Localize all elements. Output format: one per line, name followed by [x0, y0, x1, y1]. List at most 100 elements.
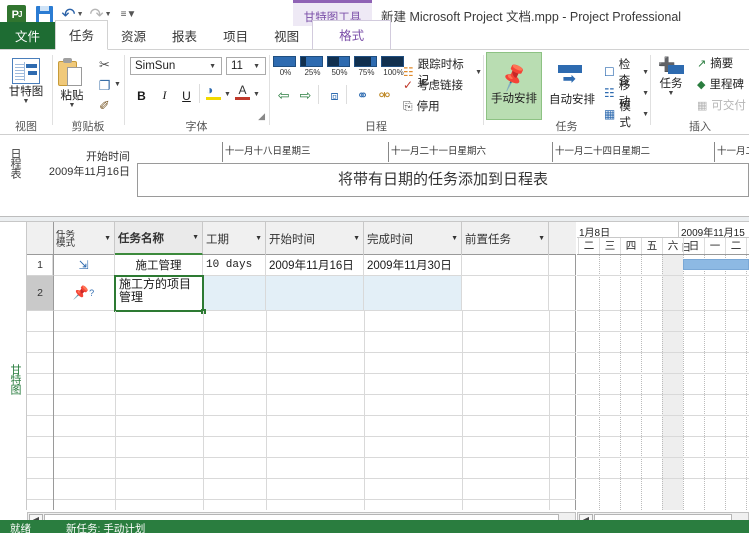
cell-finish[interactable]: 2009年11月30日: [364, 255, 462, 275]
column-header-predecessors[interactable]: 前置任务 ▼: [462, 222, 549, 255]
tab-report[interactable]: 报表: [159, 22, 210, 50]
percent-0-button[interactable]: 0%: [273, 56, 298, 77]
tab-file[interactable]: 文件: [0, 22, 55, 50]
table-row[interactable]: [27, 479, 576, 500]
outdent-task-icon[interactable]: ⇦: [273, 86, 294, 105]
split-task-icon[interactable]: ⧈: [324, 86, 345, 105]
cell-task-name[interactable]: 施工管理: [115, 255, 203, 275]
table-row[interactable]: [27, 374, 576, 395]
chevron-down-icon[interactable]: ▼: [535, 235, 545, 242]
table-row[interactable]: 📌 ? 施工方的项目管理: [27, 276, 576, 311]
chevron-down-icon[interactable]: ▼: [206, 63, 219, 70]
gantt-chart-dropdown-icon[interactable]: ▼: [23, 99, 30, 104]
auto-schedule-button[interactable]: ➡ 自动安排: [544, 52, 600, 120]
cell-task-mode[interactable]: ⇲: [53, 255, 115, 275]
row-header-2[interactable]: 2: [27, 276, 54, 311]
tab-task[interactable]: 任务: [55, 20, 108, 50]
copy-dropdown-icon[interactable]: ▼: [114, 81, 121, 88]
cell-start[interactable]: 2009年11月16日: [266, 255, 364, 275]
gantt-gridline: [620, 255, 621, 510]
tab-resource[interactable]: 资源: [108, 22, 159, 50]
cell-add-new[interactable]: [549, 255, 576, 275]
insert-task-button[interactable]: ➕ 任务 ▼: [658, 54, 684, 96]
chevron-down-icon[interactable]: ▼: [448, 235, 458, 242]
paste-button[interactable]: 粘贴 ▼: [57, 54, 87, 108]
select-all-corner[interactable]: [27, 222, 54, 255]
table-row[interactable]: [27, 311, 576, 332]
cell-task-mode[interactable]: 📌 ?: [53, 276, 115, 310]
chevron-down-icon[interactable]: ▼: [252, 235, 262, 242]
tab-project[interactable]: 项目: [210, 22, 261, 50]
summary-task-button[interactable]: ↗ 摘要: [697, 55, 733, 71]
cell-finish[interactable]: [364, 276, 462, 310]
font-family-combo[interactable]: SimSun ▼: [130, 57, 222, 75]
chevron-down-icon[interactable]: ▼: [189, 234, 199, 241]
chevron-down-icon[interactable]: ▼: [642, 111, 649, 118]
inactivate-button[interactable]: ⎘ 停用: [403, 98, 440, 114]
link-tasks-icon[interactable]: ⚭: [352, 86, 373, 105]
table-row[interactable]: [27, 416, 576, 437]
copy-icon[interactable]: ❐: [94, 76, 115, 95]
gantt-chart-button[interactable]: 甘特图 ▼: [0, 54, 52, 104]
row-header-1[interactable]: 1: [27, 255, 54, 276]
column-header-task-name[interactable]: 任务名称 ▼: [115, 222, 203, 255]
column-header-duration[interactable]: 工期 ▼: [203, 222, 266, 255]
column-header-start-label: 开始时间: [269, 231, 350, 247]
percent-75-button[interactable]: 75%: [354, 56, 379, 77]
deliverable-button[interactable]: ▦ 可交付: [697, 97, 746, 113]
column-header-task-mode[interactable]: 任务模式 ▼: [53, 222, 115, 255]
manually-schedule-button[interactable]: 📌 手动安排: [486, 52, 542, 120]
chevron-down-icon[interactable]: ▼: [475, 69, 482, 76]
timeline-band[interactable]: 将带有日期的任务添加到日程表: [137, 163, 749, 197]
consider-links-icon: ✓: [403, 78, 413, 92]
milestone-button[interactable]: ◆ 里程碑: [697, 76, 744, 92]
font-dialog-launcher-icon[interactable]: ◢: [258, 111, 265, 122]
percent-25-button[interactable]: 25%: [300, 56, 325, 77]
table-row[interactable]: [27, 353, 576, 374]
consider-links-button[interactable]: ✓ 考虑链接: [403, 77, 463, 93]
bold-button[interactable]: B: [132, 86, 151, 105]
font-color-dropdown-icon[interactable]: ▼: [253, 91, 260, 98]
tab-format[interactable]: 格式: [312, 20, 391, 50]
table-row[interactable]: ⇲ 施工管理 10 days 2009年11月16日 2009年11月30日: [27, 255, 576, 276]
chevron-down-icon[interactable]: ▼: [642, 90, 649, 97]
row-header-empty[interactable]: [27, 311, 54, 510]
cell-duration[interactable]: [203, 276, 266, 310]
chevron-down-icon[interactable]: ▼: [350, 235, 360, 242]
cell-start[interactable]: [266, 276, 364, 310]
paste-dropdown-icon[interactable]: ▼: [69, 103, 76, 108]
group-name-view: 视图: [0, 118, 52, 134]
cell-add-new[interactable]: [549, 276, 576, 310]
table-row[interactable]: [27, 395, 576, 416]
chevron-down-icon[interactable]: ▼: [250, 63, 263, 70]
tab-view[interactable]: 视图: [261, 22, 312, 50]
table-row[interactable]: [27, 458, 576, 479]
cell-predecessors[interactable]: [462, 255, 549, 275]
chevron-down-icon[interactable]: ▼: [101, 235, 111, 242]
percent-50-button[interactable]: 50%: [327, 56, 352, 77]
underline-button[interactable]: U: [177, 86, 196, 105]
status-new-task-mode[interactable]: 新任务: 手动计划: [66, 521, 145, 533]
indent-task-icon[interactable]: ⇨: [295, 86, 316, 105]
font-size-combo[interactable]: 11 ▼: [226, 57, 266, 75]
timeline-side-label[interactable]: 日程表: [7, 148, 23, 178]
column-header-finish[interactable]: 完成时间 ▼: [364, 222, 462, 255]
column-header-start[interactable]: 开始时间 ▼: [266, 222, 364, 255]
gantt-chart-pane[interactable]: 1月8日 2009年11月15日 二 三 四 五 六 日 一 二 三: [577, 222, 749, 510]
chevron-down-icon[interactable]: ▼: [642, 69, 649, 76]
insert-task-dropdown-icon[interactable]: ▼: [668, 91, 675, 96]
fill-color-dropdown-icon[interactable]: ▼: [224, 91, 231, 98]
format-painter-icon[interactable]: ✐: [94, 96, 115, 115]
table-row[interactable]: [27, 332, 576, 353]
cell-predecessors[interactable]: [462, 276, 549, 310]
fill-color-button[interactable]: ◑: [206, 84, 221, 100]
cut-icon[interactable]: ✂: [94, 55, 115, 74]
table-row[interactable]: [27, 437, 576, 458]
view-side-label[interactable]: 甘特图: [7, 364, 23, 394]
font-color-button[interactable]: A: [235, 84, 250, 100]
unlink-tasks-icon[interactable]: ⚮: [374, 86, 395, 105]
gantt-task-bar[interactable]: [683, 259, 749, 270]
italic-button[interactable]: I: [155, 86, 174, 105]
column-header-add-new[interactable]: [549, 222, 576, 255]
cell-duration[interactable]: 10 days: [203, 255, 266, 275]
